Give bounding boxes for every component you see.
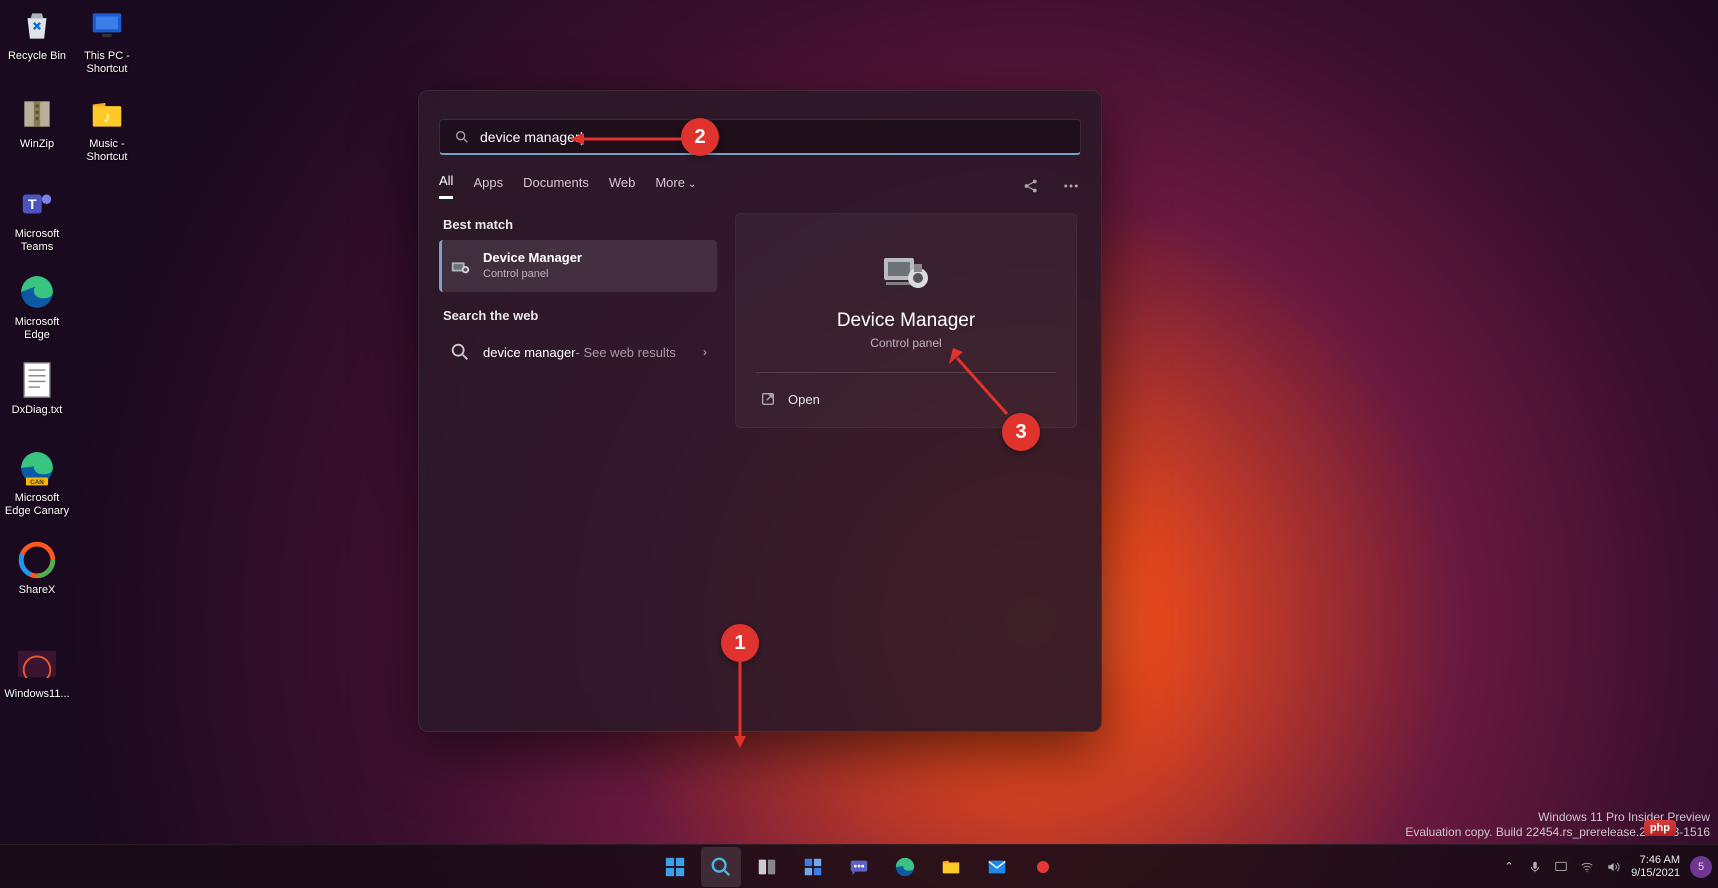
chevron-down-icon: ⌄ — [688, 179, 696, 190]
windows11-icon[interactable]: Windows11... — [2, 644, 72, 701]
search-results-list: Best match Device Manager Control panel … — [423, 209, 721, 721]
volume-icon[interactable] — [1605, 859, 1621, 875]
best-match-header: Best match — [443, 217, 717, 232]
desktop-icon-label: WinZip — [2, 138, 72, 151]
recording-indicator[interactable] — [1023, 847, 1063, 887]
desktop-icon-label: Microsoft Edge Canary — [2, 492, 72, 518]
desktop-icon-label: Windows11... — [2, 688, 72, 701]
clock[interactable]: 7:46 AM 9/15/2021 — [1631, 854, 1680, 880]
desktop: Recycle Bin This PC - Shortcut WinZip ♪ … — [0, 0, 1718, 888]
search-web-header: Search the web — [443, 308, 717, 323]
tab-more[interactable]: More⌄ — [655, 175, 696, 198]
svg-text:T: T — [28, 197, 37, 213]
php-badge: php — [1644, 820, 1676, 836]
tab-documents[interactable]: Documents — [523, 175, 589, 198]
chevron-right-icon: › — [703, 345, 707, 359]
widgets-button[interactable] — [793, 847, 833, 887]
search-button[interactable] — [701, 847, 741, 887]
open-external-icon — [760, 391, 776, 407]
tray-chevron-icon[interactable]: ⌃ — [1501, 859, 1517, 875]
detail-subtitle: Control panel — [756, 336, 1056, 350]
desktop-icon-label: Microsoft Teams — [2, 228, 72, 254]
search-input[interactable]: device manager — [480, 129, 1066, 145]
tab-web[interactable]: Web — [609, 175, 636, 198]
search-tabs: All Apps Documents Web More⌄ — [419, 155, 1101, 209]
start-button[interactable] — [655, 847, 695, 887]
time: 7:46 AM — [1631, 854, 1680, 867]
mail-button[interactable] — [977, 847, 1017, 887]
desktop-icon-label: DxDiag.txt — [2, 404, 72, 417]
open-action[interactable]: Open — [756, 381, 1056, 417]
device-manager-icon — [449, 255, 471, 277]
tab-apps[interactable]: Apps — [473, 175, 503, 198]
search-detail-pane: Device Manager Control panel Open — [721, 209, 1097, 721]
web-search-result[interactable]: device manager - See web results › — [439, 331, 717, 373]
winzip-icon[interactable]: WinZip — [2, 94, 72, 151]
divider — [756, 372, 1056, 373]
web-hint: - See web results — [576, 345, 676, 360]
microsoft-edge-icon[interactable]: Microsoft Edge — [2, 272, 72, 342]
date: 9/15/2021 — [1631, 867, 1680, 880]
search-bar[interactable]: device manager — [439, 119, 1081, 155]
this-pc-shortcut-icon[interactable]: This PC - Shortcut — [72, 6, 142, 76]
open-label: Open — [788, 392, 820, 407]
best-match-result[interactable]: Device Manager Control panel — [439, 240, 717, 292]
search-window: device manager All Apps Documents Web Mo… — [418, 90, 1102, 732]
microphone-icon[interactable] — [1527, 859, 1543, 875]
web-term: device manager — [483, 345, 576, 360]
more-options-icon[interactable] — [1061, 176, 1081, 196]
taskbar: ⌃ 7:46 AM 9/15/2021 5 — [0, 844, 1718, 888]
dxdiag-txt-icon[interactable]: DxDiag.txt — [2, 360, 72, 417]
desktop-icon-label: Microsoft Edge — [2, 316, 72, 342]
wifi-icon[interactable] — [1579, 859, 1595, 875]
recycle-bin-icon[interactable]: Recycle Bin — [2, 6, 72, 63]
desktop-icon-label: Recycle Bin — [2, 50, 72, 63]
share-icon[interactable] — [1021, 176, 1041, 196]
edge-button[interactable] — [885, 847, 925, 887]
result-title: Device Manager — [483, 250, 582, 266]
search-icon — [454, 129, 470, 145]
microsoft-edge-canary-icon[interactable]: CAN Microsoft Edge Canary — [2, 448, 72, 518]
svg-text:♪: ♪ — [103, 109, 111, 126]
microsoft-teams-icon[interactable]: T Microsoft Teams — [2, 184, 72, 254]
music-shortcut-icon[interactable]: ♪ Music - Shortcut — [72, 94, 142, 164]
search-icon — [449, 341, 471, 363]
result-subtitle: Control panel — [483, 266, 582, 282]
system-tray: ⌃ 7:46 AM 9/15/2021 5 — [1501, 854, 1712, 880]
svg-text:CAN: CAN — [30, 479, 44, 486]
tab-all[interactable]: All — [439, 173, 453, 199]
task-view-button[interactable] — [747, 847, 787, 887]
desktop-icon-label: This PC - Shortcut — [72, 50, 142, 76]
chat-button[interactable] — [839, 847, 879, 887]
detail-title: Device Manager — [756, 310, 1056, 332]
cast-icon[interactable] — [1553, 859, 1569, 875]
tab-more-label: More — [655, 175, 685, 190]
file-explorer-button[interactable] — [931, 847, 971, 887]
desktop-icon-label: Music - Shortcut — [72, 138, 142, 164]
desktop-icon-label: ShareX — [2, 584, 72, 597]
sharex-icon[interactable]: ShareX — [2, 540, 72, 597]
device-manager-large-icon — [878, 242, 934, 298]
notification-badge[interactable]: 5 — [1690, 856, 1712, 878]
